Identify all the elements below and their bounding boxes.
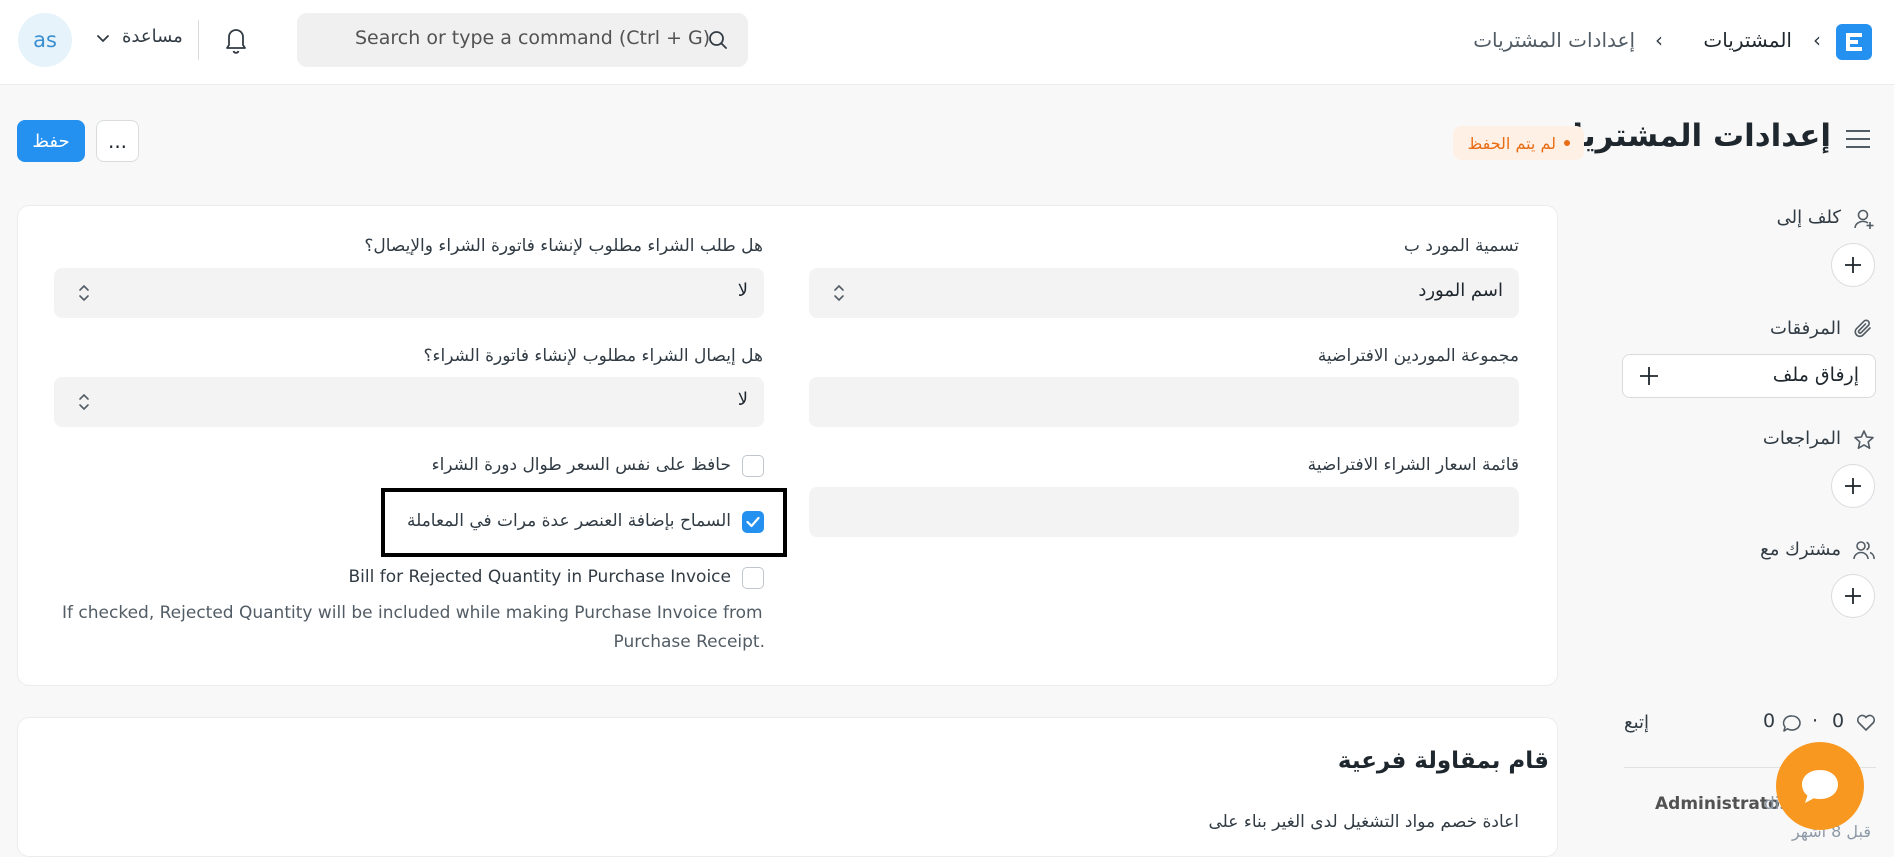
supplier-naming-select[interactable]: اسم المورد: [809, 268, 1519, 318]
search-input[interactable]: Search or type a command (Ctrl + G): [297, 13, 748, 67]
star-icon: [1854, 430, 1874, 449]
select-arrows-icon: [834, 284, 844, 302]
likes-count: 0: [1832, 710, 1845, 732]
po-required-value: لا: [737, 280, 748, 301]
plus-icon: [1845, 478, 1861, 494]
bill-rejected-checkbox[interactable]: [742, 567, 764, 589]
status-badge: لم يتم الحفظ: [1453, 126, 1584, 160]
supplier-naming-value: اسم المورد: [1418, 280, 1503, 301]
navbar-divider: [198, 20, 199, 60]
assign-to-label: كلف إلى: [1776, 207, 1841, 228]
page-title: إعدادات المشتريات: [1541, 118, 1831, 154]
pr-required-label: هل إيصال الشراء مطلوب لإنشاء فاتورة الشر…: [423, 346, 763, 366]
breadcrumb-buying-settings[interactable]: إعدادات المشتريات: [1473, 26, 1635, 54]
po-required-select[interactable]: لا: [54, 268, 764, 318]
plus-icon: [1640, 367, 1658, 385]
breadcrumb-separator-icon: ›: [1813, 28, 1821, 52]
stats-separator: ·: [1812, 710, 1819, 732]
erpnext-logo-icon: [1846, 33, 1862, 51]
select-arrows-icon: [79, 284, 89, 302]
search-placeholder: Search or type a command (Ctrl + G): [355, 27, 711, 49]
follow-link[interactable]: إتبع: [1624, 712, 1649, 733]
breadcrumb-separator-icon: ›: [1655, 28, 1663, 52]
heart-icon[interactable]: [1856, 714, 1876, 732]
supplier-naming-label: تسمية المورد ب: [1403, 236, 1519, 256]
comments-count: 0: [1763, 710, 1776, 732]
plus-icon: [1845, 257, 1861, 273]
add-user-icon: [1854, 209, 1874, 229]
users-icon: [1853, 541, 1875, 560]
paperclip-icon: [1854, 319, 1871, 338]
more-actions-button[interactable]: ...: [96, 120, 139, 162]
po-required-label: هل طلب الشراء مطلوب لإنشاء فاتورة الشراء…: [364, 236, 763, 256]
help-label: مساعدة: [122, 26, 183, 47]
shared-with-label: مشترك مع: [1760, 539, 1841, 560]
comment-icon[interactable]: [1782, 714, 1802, 734]
chevron-down-icon: [97, 35, 109, 43]
plus-icon: [1845, 588, 1861, 604]
save-button[interactable]: حفظ: [17, 120, 85, 162]
chat-bubble-icon: [1802, 770, 1838, 803]
subcontract-section-title: قام بمقاولة فرعية: [1337, 748, 1549, 774]
reviews-label: المراجعات: [1762, 428, 1841, 449]
chat-button[interactable]: [1776, 742, 1864, 830]
default-supplier-group-input[interactable]: [809, 377, 1519, 427]
sidebar-toggle-icon[interactable]: [1845, 128, 1871, 150]
pr-required-select[interactable]: لا: [54, 377, 764, 427]
bill-rejected-description-line-2: Purchase Receipt.: [613, 632, 766, 652]
breadcrumb-buying[interactable]: المشتريات: [1703, 26, 1792, 54]
bill-rejected-description: If checked, Rejected Quantity will be in…: [62, 599, 765, 657]
maintain-rate-checkbox[interactable]: [742, 455, 764, 477]
attach-file-button[interactable]: إرفاق ملف: [1622, 354, 1876, 398]
help-dropdown[interactable]: مساعدة: [96, 22, 183, 58]
default-price-list-input[interactable]: [809, 487, 1519, 537]
app-logo[interactable]: [1836, 24, 1872, 60]
backflush-label: اعادة خصم مواد التشغيل لدى الغير بناء عل…: [1208, 812, 1520, 832]
bill-rejected-description-line-1: If checked, Rejected Quantity will be in…: [62, 603, 763, 623]
status-text: لم يتم الحفظ: [1467, 133, 1556, 153]
attach-file-label: إرفاق ملف: [1772, 364, 1859, 386]
default-supplier-group-label: مجموعة الموردين الافتراضية: [1317, 346, 1519, 366]
top-navbar: › المشتريات › إعدادات المشتريات Search o…: [0, 0, 1894, 85]
pr-required-value: لا: [737, 389, 748, 410]
maintain-rate-label: حافظ على نفس السعر طوال دورة الشراء: [431, 455, 731, 475]
select-arrows-icon: [79, 393, 89, 411]
subcontract-card: [17, 717, 1558, 857]
assign-add-button[interactable]: [1831, 243, 1875, 287]
status-dot-icon: [1564, 140, 1570, 146]
bell-icon[interactable]: [223, 26, 249, 54]
highlight-box: [381, 488, 787, 557]
bill-rejected-label: Bill for Rejected Quantity in Purchase I…: [348, 567, 731, 587]
search-icon: [709, 31, 727, 49]
avatar[interactable]: as: [18, 13, 72, 67]
default-price-list-label: قائمة اسعار الشراء الافتراضية: [1307, 455, 1519, 475]
attachments-label: المرفقات: [1770, 318, 1841, 339]
share-add-button[interactable]: [1831, 574, 1875, 618]
review-add-button[interactable]: [1831, 464, 1875, 508]
